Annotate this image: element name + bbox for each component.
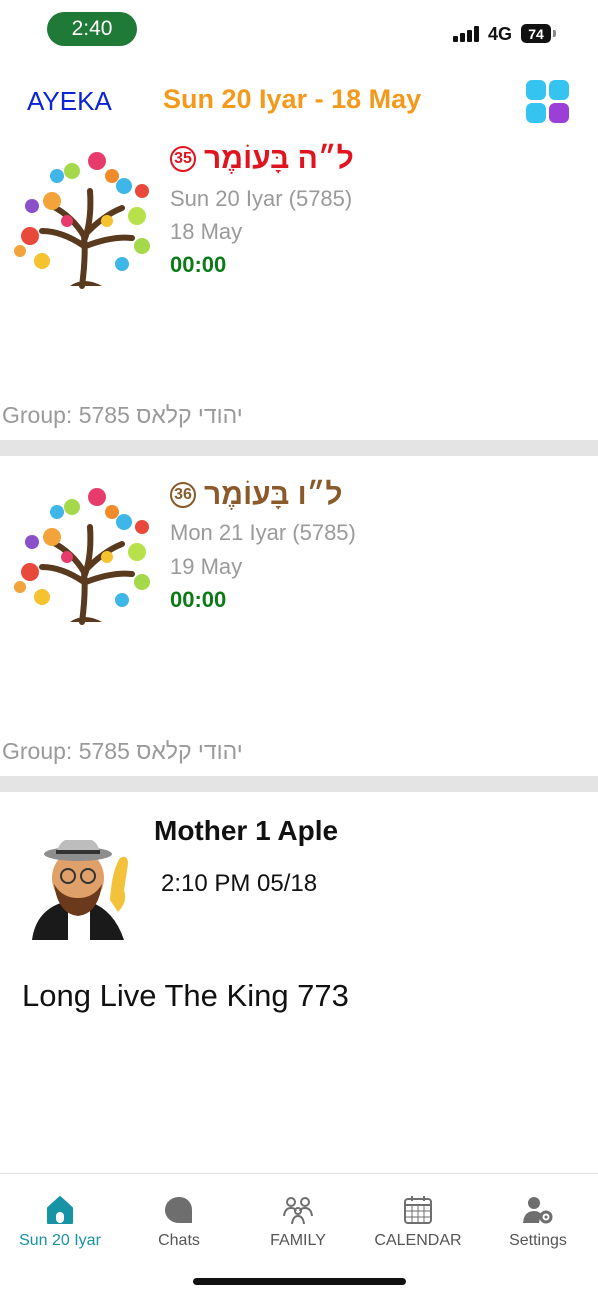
omer-title: 36 ל״ו בָּעוֹמֶר [170,478,343,512]
omer-title: 35 ל״ה בָּעוֹמֶר [170,142,354,176]
app-name[interactable]: AYEKA [27,86,112,117]
signal-icon [453,26,479,42]
header: AYEKA Sun 20 Iyar - 18 May [0,78,598,128]
apps-grid-button[interactable] [526,80,570,124]
omer-number-badge: 36 [170,482,196,508]
header-date[interactable]: Sun 20 Iyar - 18 May [163,84,421,115]
omer-card[interactable]: 35 ל״ה בָּעוֹמֶר Sun 20 Iyar (5785) 18 M… [0,140,598,440]
hebrew-date: Sun 20 Iyar (5785) [170,186,353,211]
tab-label: Sun 20 Iyar [19,1232,101,1249]
home-indicator [193,1278,406,1285]
tab-label: Settings [509,1232,567,1249]
omer-card[interactable]: 36 ל״ו בָּעוֹמֶר Mon 21 Iyar (5785) 19 M… [0,476,598,776]
avatar [32,840,128,940]
omer-text: ל״ה בָּעוֹמֶר [204,142,354,175]
tab-label: Chats [158,1232,200,1249]
grid-tile-icon [526,80,546,100]
card-divider [0,440,598,456]
tab-label: FAMILY [270,1232,326,1249]
tab-family[interactable]: FAMILY [238,1194,358,1250]
battery-tip [553,30,556,37]
tab-label: CALENDAR [374,1232,462,1249]
settings-icon [523,1197,553,1224]
tree-of-hands-icon [14,152,150,289]
grid-tile-icon [526,103,546,123]
network-type: 4G [488,24,513,44]
omer-number-badge: 35 [170,146,196,172]
tab-chats[interactable]: Chats [119,1194,239,1250]
omer-text: ל״ו בָּעוֹמֶר [204,478,343,511]
group-label: Group: 5785 יהודי קלאס [2,402,243,428]
family-icon [283,1197,313,1225]
event-time: 00:00 [170,252,227,277]
chat-bubble-icon [165,1197,192,1223]
card-divider [0,776,598,792]
tab-calendar[interactable]: CALENDAR [358,1194,478,1250]
hebrew-date: Mon 21 Iyar (5785) [170,520,356,545]
tree-of-hands-icon [14,488,150,625]
tab-settings[interactable]: Settings [478,1194,598,1250]
gregorian-date: 19 May [170,554,243,579]
battery-icon: 74 [521,24,551,43]
gregorian-date: 18 May [170,219,243,244]
event-time: 00:00 [170,587,227,612]
status-time: 2:40 [47,12,137,46]
message-author: Mother 1 Aple [154,815,339,846]
home-icon [47,1196,73,1224]
status-bar: 2:40 4G 74 [0,0,598,62]
message-text: Long Live The King 773 [22,978,349,1013]
grid-tile-icon [549,103,569,123]
group-label: Group: 5785 יהודי קלאס [2,738,243,764]
tab-home[interactable]: Sun 20 Iyar [0,1194,120,1250]
grid-tile-icon [549,80,569,100]
message-timestamp: 2:10 PM 05/18 [161,870,318,897]
calendar-icon [404,1196,432,1224]
